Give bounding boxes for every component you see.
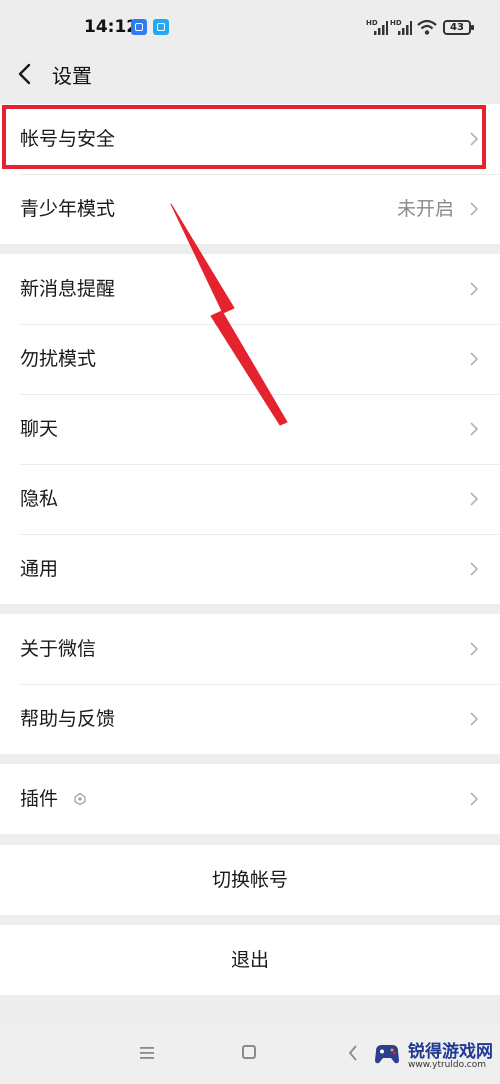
privacy-item[interactable]: 隐私 <box>0 464 500 534</box>
teen-mode-item[interactable]: 青少年模式 未开启 <box>0 174 500 244</box>
row-label: 勿扰模式 <box>20 348 97 370</box>
signal-hd-label: HD <box>366 19 378 27</box>
notification-app-icon <box>131 19 147 35</box>
page-title: 设置 <box>52 64 92 88</box>
plugin-icon <box>74 792 86 806</box>
watermark: 锐得游戏网 www.ytruldo.com <box>368 1033 500 1084</box>
logout-label: 退出 <box>230 949 269 971</box>
status-time: 14:12 <box>84 17 139 37</box>
chevron-right-icon <box>470 352 479 366</box>
do-not-disturb-item[interactable]: 勿扰模式 <box>0 324 500 394</box>
notification-app-icon <box>153 19 169 35</box>
chevron-right-icon <box>470 202 479 216</box>
home-icon[interactable] <box>242 1045 256 1059</box>
battery-level: 43 <box>450 22 464 33</box>
status-bar: 14:12 HD HD 43 <box>0 0 500 56</box>
chevron-right-icon <box>470 712 479 726</box>
chevron-right-icon <box>470 642 479 656</box>
row-label: 隐私 <box>20 488 59 510</box>
gamepad-logo-icon <box>375 1045 399 1064</box>
settings-group-general: 新消息提醒 勿扰模式 聊天 隐私 通用 <box>0 254 500 604</box>
settings-group-account: 帐号与安全 青少年模式 未开启 <box>0 104 500 244</box>
system-back-icon[interactable] <box>348 1044 358 1062</box>
battery-icon: 43 <box>443 20 474 35</box>
chevron-right-icon <box>470 562 479 576</box>
cellular-signal-icon: HD <box>366 19 388 35</box>
watermark-url: www.ytruldo.com <box>408 1060 487 1070</box>
chevron-right-icon <box>470 422 479 436</box>
chevron-right-icon <box>470 132 479 146</box>
row-label: 新消息提醒 <box>20 278 116 300</box>
help-feedback-item[interactable]: 帮助与反馈 <box>0 684 500 754</box>
row-label: 聊天 <box>20 418 59 440</box>
chat-item[interactable]: 聊天 <box>0 394 500 464</box>
chevron-right-icon <box>470 282 479 296</box>
plugins-item[interactable]: 插件 <box>0 764 500 834</box>
settings-group-about: 关于微信 帮助与反馈 <box>0 614 500 754</box>
switch-account-button[interactable]: 切换帐号 <box>0 845 500 915</box>
row-label: 关于微信 <box>20 638 97 660</box>
row-label: 插件 <box>20 788 59 810</box>
about-wechat-item[interactable]: 关于微信 <box>0 614 500 684</box>
logout-button[interactable]: 退出 <box>0 925 500 995</box>
signal-hd-label: HD <box>390 19 402 27</box>
account-security-item[interactable]: 帐号与安全 <box>0 104 500 174</box>
chevron-right-icon <box>470 492 479 506</box>
row-label: 青少年模式 <box>20 198 116 220</box>
back-arrow-icon[interactable] <box>14 58 38 90</box>
row-label: 帮助与反馈 <box>20 708 116 730</box>
menu-icon[interactable] <box>139 1046 155 1060</box>
teen-mode-status: 未开启 <box>396 198 454 220</box>
cellular-signal-icon: HD <box>390 19 412 35</box>
watermark-name: 锐得游戏网 <box>408 1042 493 1062</box>
chevron-right-icon <box>470 792 479 806</box>
settings-group-plugins: 插件 <box>0 764 500 834</box>
new-message-notify-item[interactable]: 新消息提醒 <box>0 254 500 324</box>
nav-bar: 设置 <box>0 56 500 96</box>
general-item[interactable]: 通用 <box>0 534 500 604</box>
row-label: 帐号与安全 <box>20 128 116 150</box>
row-label: 通用 <box>20 558 59 580</box>
switch-account-label: 切换帐号 <box>211 869 288 891</box>
wifi-icon <box>417 19 437 35</box>
